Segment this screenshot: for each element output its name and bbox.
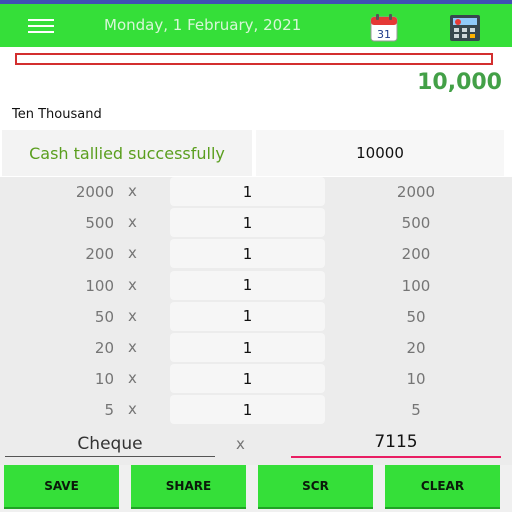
- table-row: 2000 x 1 2000: [0, 177, 512, 208]
- quantity-input[interactable]: 1: [170, 177, 325, 206]
- sum-input[interactable]: 10000: [256, 130, 504, 176]
- denomination-label: 500: [85, 214, 114, 233]
- quantity-input[interactable]: 1: [170, 239, 325, 269]
- denomination-label: 10: [94, 370, 114, 389]
- row-amount: 200: [401, 245, 431, 264]
- row-amount: 2000: [396, 183, 436, 201]
- denomination-label: 100: [85, 276, 114, 295]
- scr-button[interactable]: SCR: [258, 465, 373, 509]
- denomination-label: 50: [94, 307, 114, 326]
- multiply-sign: x: [128, 275, 137, 294]
- name-input-error-field[interactable]: [15, 53, 493, 65]
- denomination-label: 2000: [75, 183, 114, 201]
- multiply-sign: x: [128, 338, 137, 356]
- multiply-sign: x: [128, 369, 137, 388]
- hamburger-menu-icon[interactable]: [28, 19, 54, 33]
- table-row: 50 x 1 50: [0, 301, 512, 333]
- quantity-input[interactable]: 1: [170, 364, 325, 394]
- table-row: 500 x 1 500: [0, 208, 512, 239]
- app-bar: Monday, 1 February, 2021 31: [0, 4, 512, 47]
- quantity-input[interactable]: 1: [170, 333, 325, 362]
- table-row: 5x15: [0, 395, 512, 426]
- save-button[interactable]: SAVE: [4, 465, 119, 509]
- quantity-input[interactable]: 1: [170, 301, 325, 331]
- cheque-label: Cheque: [5, 434, 215, 457]
- quantity-input[interactable]: 1: [170, 208, 325, 238]
- row-amount: 50: [406, 307, 426, 326]
- denomination-label: 20: [94, 339, 114, 357]
- table-row: 100 x 1 100: [0, 270, 512, 302]
- multiply-sign: x: [128, 213, 137, 232]
- multiply-sign: x: [128, 182, 137, 200]
- total-in-words: Ten Thousand: [12, 107, 102, 122]
- date-label[interactable]: Monday, 1 February, 2021: [104, 16, 301, 34]
- cheque-amount-input[interactable]: 7115: [291, 432, 501, 458]
- table-row: 10 x 1 10: [0, 364, 512, 395]
- cheque-multiply-sign: x: [236, 435, 245, 453]
- status-message: Cash tallied successfully: [2, 130, 252, 176]
- denomination-label: 200: [85, 245, 114, 264]
- clear-button[interactable]: CLEAR: [385, 465, 500, 509]
- quantity-input[interactable]: 1: [170, 395, 325, 425]
- calculator-icon[interactable]: [449, 13, 481, 43]
- row-amount: 5: [411, 401, 421, 420]
- calendar-icon[interactable]: 31: [369, 13, 399, 43]
- quantity-input[interactable]: 1: [170, 270, 325, 300]
- multiply-sign: x: [128, 400, 137, 419]
- calendar-day-text: 31: [377, 28, 391, 41]
- row-amount: 500: [401, 214, 431, 233]
- denomination-label: 5: [104, 401, 114, 420]
- multiply-sign: x: [128, 244, 137, 263]
- table-row: 20 x 1 20: [0, 333, 512, 364]
- row-amount: 10: [406, 370, 426, 389]
- row-amount: 100: [401, 276, 431, 295]
- row-amount: 20: [406, 339, 426, 357]
- multiply-sign: x: [128, 306, 137, 325]
- total-amount: 10,000: [417, 70, 502, 95]
- share-button[interactable]: SHARE: [131, 465, 246, 509]
- table-row: 200 x 1 200: [0, 239, 512, 270]
